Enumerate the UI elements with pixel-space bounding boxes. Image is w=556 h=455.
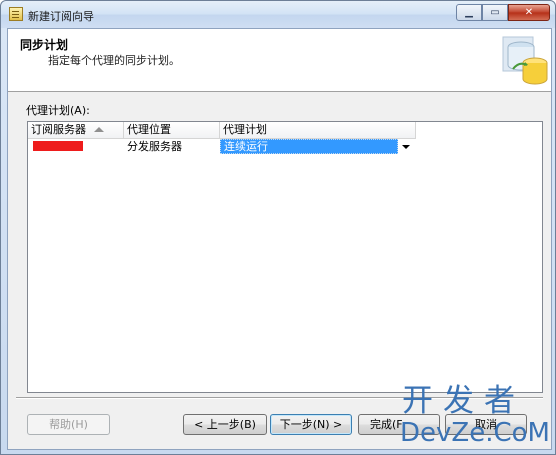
- dropdown-arrow-icon[interactable]: [398, 139, 414, 154]
- close-icon: ✕: [524, 6, 534, 18]
- next-button[interactable]: 下一步(N) >: [270, 414, 352, 435]
- app-icon: [9, 7, 23, 21]
- minimize-icon: ▁: [465, 6, 473, 18]
- table-row[interactable]: 分发服务器 连续运行: [28, 139, 416, 155]
- database-sync-icon: [502, 36, 548, 85]
- cell-subscriber: [28, 139, 124, 155]
- watermark-line1: 开发者: [402, 383, 525, 419]
- wizard-header: 同步计划 指定每个代理的同步计划。: [8, 29, 551, 92]
- schedule-dropdown[interactable]: 连续运行: [220, 139, 416, 155]
- maximize-icon: ▭: [490, 6, 500, 18]
- close-button[interactable]: ✕: [508, 4, 550, 21]
- window-title: 新建订阅向导: [28, 10, 94, 23]
- redacted-server-name: [33, 141, 83, 151]
- watermark: 开发者 DevZe.CoM: [398, 383, 550, 449]
- column-header-label: 代理位置: [127, 123, 171, 136]
- title-bar[interactable]: 新建订阅向导 ▁ ▭ ✕: [1, 1, 555, 28]
- watermark-line2: DevZe.CoM: [400, 418, 550, 448]
- window-controls: ▁ ▭ ✕: [456, 4, 550, 22]
- agent-schedule-grid[interactable]: 订阅服务器 代理位置 代理计划 分发服务器 连续运行: [27, 121, 543, 393]
- schedule-dropdown-value[interactable]: 连续运行: [220, 139, 398, 154]
- column-header-subscriber[interactable]: 订阅服务器: [28, 122, 124, 138]
- column-header-location[interactable]: 代理位置: [124, 122, 220, 138]
- sort-ascending-icon: [94, 127, 104, 132]
- column-header-label: 代理计划: [223, 123, 267, 136]
- page-subtitle: 指定每个代理的同步计划。: [48, 54, 180, 67]
- column-header-schedule[interactable]: 代理计划: [220, 122, 416, 138]
- column-header-label: 订阅服务器: [31, 123, 86, 136]
- grid-header: 订阅服务器 代理位置 代理计划: [28, 122, 416, 139]
- back-button[interactable]: < 上一步(B): [183, 414, 267, 435]
- minimize-button[interactable]: ▁: [456, 4, 482, 21]
- page-title: 同步计划: [20, 38, 69, 52]
- maximize-button[interactable]: ▭: [482, 4, 508, 21]
- agent-schedule-label: 代理计划(A):: [26, 104, 90, 117]
- cell-location: 分发服务器: [127, 140, 182, 153]
- help-button[interactable]: 帮助(H): [27, 414, 110, 435]
